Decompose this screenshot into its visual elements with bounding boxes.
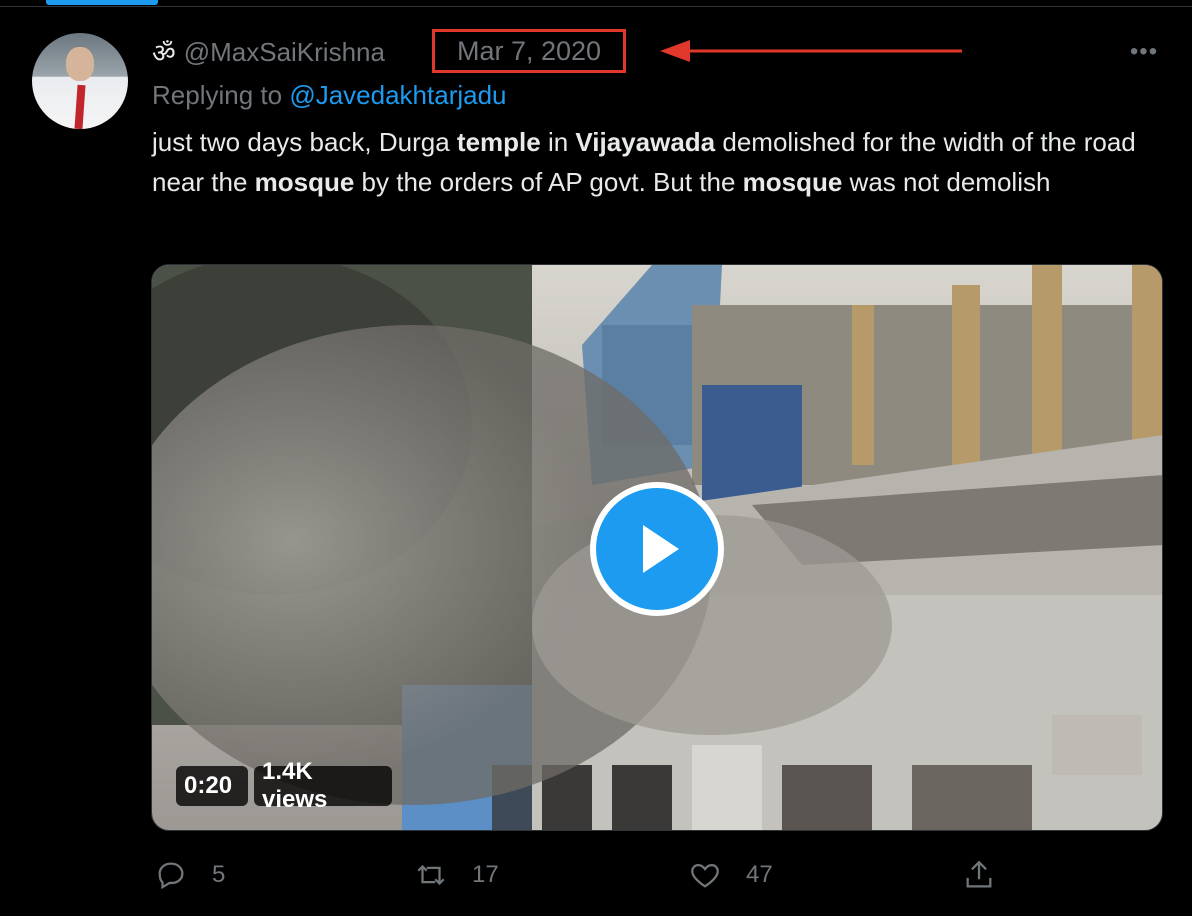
annotation-arrow-icon (660, 40, 962, 62)
tweet-text-run: in (540, 127, 576, 157)
tweet-date-highlight: Mar 7, 2020 (432, 29, 626, 73)
tweet-header: ॐ @MaxSaiKrishna (152, 30, 385, 74)
tweet-text-run: by the orders of AP govt. But the (354, 167, 743, 197)
share-button[interactable] (962, 858, 996, 892)
tweet-text: just two days back, Durga temple in Vija… (152, 122, 1172, 202)
replying-to-link[interactable]: @Javedakhtarjadu (289, 80, 506, 110)
avatar-head (66, 47, 94, 81)
replying-to-line: Replying to @Javedakhtarjadu (152, 80, 507, 111)
play-button[interactable] (590, 482, 724, 616)
reply-count: 5 (212, 861, 226, 888)
retweet-count: 17 (472, 861, 499, 888)
avatar-tie (74, 84, 86, 129)
top-divider (0, 6, 1192, 7)
tweet-text-bold-run: mosque (254, 167, 355, 197)
like-count: 47 (746, 861, 773, 888)
replying-to-label: Replying to (152, 80, 283, 110)
video-duration: 0:20 (184, 772, 233, 799)
play-icon (643, 525, 679, 573)
more-icon[interactable]: ••• (1127, 38, 1161, 65)
video-views: 1.4K views (262, 758, 328, 813)
tweet-text-bold-run: temple (456, 127, 541, 157)
like-button[interactable]: 47 (688, 858, 773, 892)
user-handle[interactable]: @MaxSaiKrishna (184, 37, 385, 68)
tweet-text-bold-run: Vijayawada (575, 127, 716, 157)
reply-button[interactable]: 5 (154, 858, 225, 892)
avatar[interactable] (32, 33, 128, 129)
video-duration-badge: 0:20 (176, 766, 248, 806)
active-tab-indicator (46, 0, 158, 5)
om-symbol-icon: ॐ (152, 38, 176, 68)
video-views-badge: 1.4K views (254, 758, 392, 813)
retweet-button[interactable]: 17 (414, 858, 499, 892)
tweet-text-run: just two days back, Durga (152, 127, 457, 157)
tweet-actions: 5 17 47 (0, 858, 1192, 898)
retweet-icon (417, 864, 445, 886)
reply-icon (158, 862, 184, 890)
tweet-text-run: was not demolish (842, 167, 1051, 197)
tweet-text-bold-run: mosque (742, 167, 843, 197)
tweet-date[interactable]: Mar 7, 2020 (457, 36, 601, 67)
heart-icon (691, 863, 719, 888)
share-icon (966, 860, 992, 888)
